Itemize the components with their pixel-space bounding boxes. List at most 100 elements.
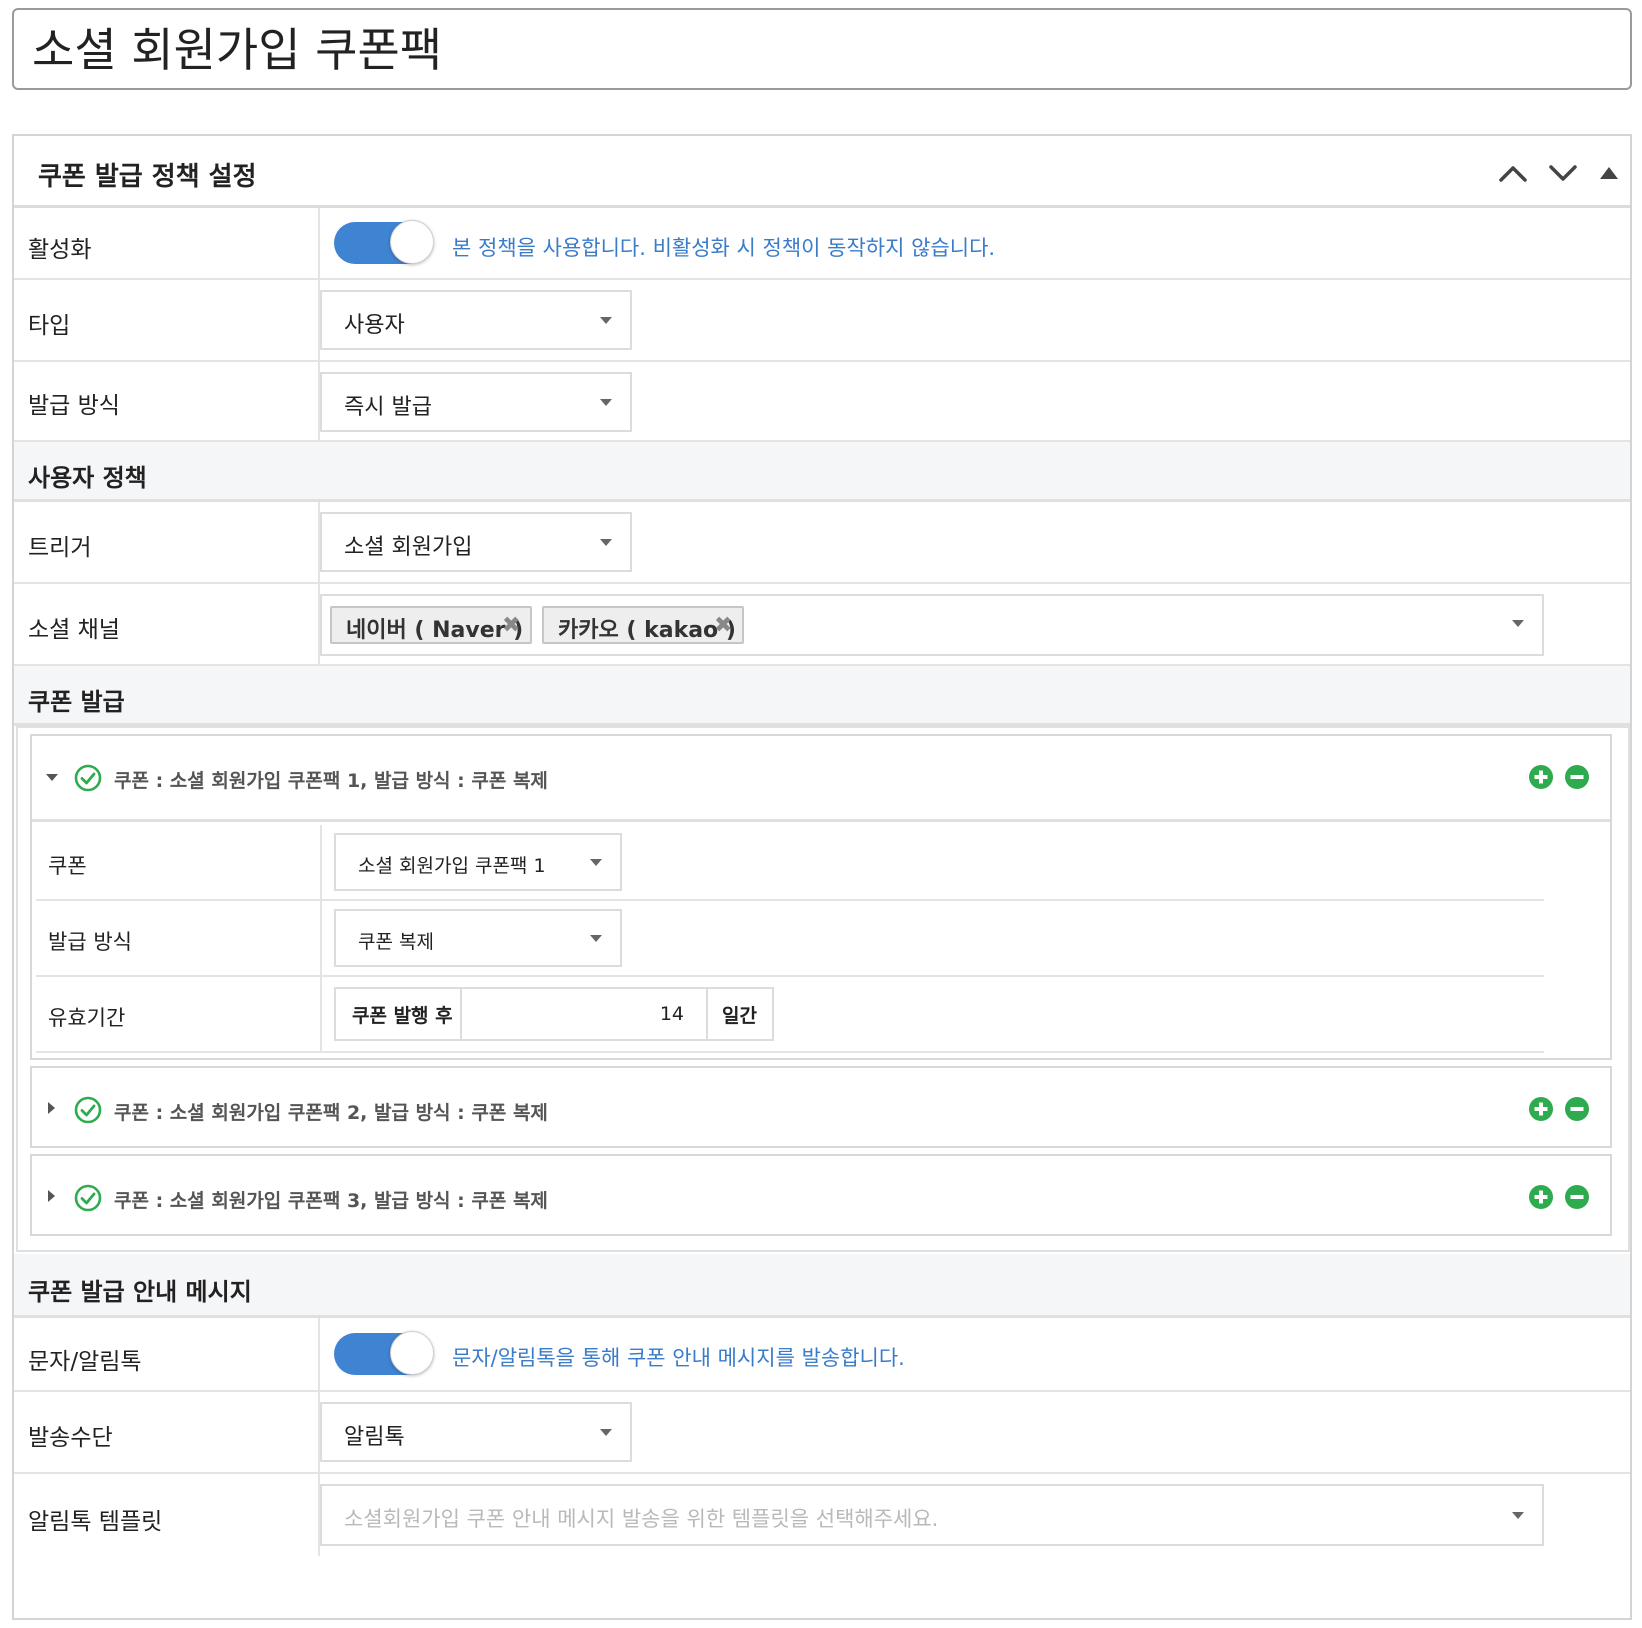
section-user-policy: 사용자 정책 <box>14 442 1630 502</box>
chevron-down-icon <box>600 399 612 406</box>
row-send-channel: 발송수단 알림톡 <box>14 1392 1630 1474</box>
chevron-down-icon <box>1512 1512 1524 1519</box>
row-social-channel: 소셜 채널 네이버 ( Naver ) ✖ 카카오 ( kakao ) ✖ <box>14 584 1630 666</box>
plus-circle-icon[interactable] <box>1528 1184 1554 1210</box>
tag-kakao: 카카오 ( kakao ) ✖ <box>542 606 744 644</box>
social-channel-multiselect[interactable]: 네이버 ( Naver ) ✖ 카카오 ( kakao ) ✖ <box>320 594 1544 656</box>
chevron-up-icon[interactable] <box>1498 163 1528 183</box>
coupon-item-2: 쿠폰 : 소셜 회원가입 쿠폰팩 2, 발급 방식 : 쿠폰 복제 <box>30 1066 1612 1148</box>
check-circle-icon <box>74 1096 102 1124</box>
message-title: 쿠폰 발급 안내 메시지 <box>28 1278 252 1306</box>
detail-method-select[interactable]: 쿠폰 복제 <box>334 909 622 967</box>
template-select[interactable]: 소셜회원가입 쿠폰 안내 메시지 발송을 위한 템플릿을 선택해주세요. <box>320 1484 1544 1546</box>
chevron-down-icon <box>600 1429 612 1436</box>
activation-toggle[interactable] <box>334 220 434 264</box>
detail-method-label: 발급 방식 <box>48 930 132 954</box>
coupon-list: 쿠폰 : 소셜 회원가입 쿠폰팩 1, 발급 방식 : 쿠폰 복제 쿠폰 소셜 … <box>16 726 1630 1252</box>
type-label: 타입 <box>28 313 71 339</box>
coupon-item-actions <box>1528 1096 1590 1122</box>
coupon-item-3: 쿠폰 : 소셜 회원가입 쿠폰팩 3, 발급 방식 : 쿠폰 복제 <box>30 1154 1612 1236</box>
remove-tag-icon[interactable]: ✖ <box>714 613 732 638</box>
panel-title: 쿠폰 발급 정책 설정 <box>38 162 257 192</box>
template-placeholder: 소셜회원가입 쿠폰 안내 메시지 발송을 위한 템플릿을 선택해주세요. <box>344 1507 939 1531</box>
chevron-down-icon <box>600 539 612 546</box>
coupon-item-summary: 쿠폰 : 소셜 회원가입 쿠폰팩 1, 발급 방식 : 쿠폰 복제 <box>114 770 548 792</box>
tag-kakao-label: 카카오 ( kakao ) <box>558 618 736 643</box>
sms-toggle[interactable] <box>334 1331 434 1375</box>
chevron-down-icon <box>590 935 602 942</box>
detail-coupon-label: 쿠폰 <box>48 854 87 878</box>
plus-circle-icon[interactable] <box>1528 1096 1554 1122</box>
row-trigger: 트리거 소셜 회원가입 <box>14 502 1630 584</box>
send-channel-label: 발송수단 <box>28 1425 113 1451</box>
user-policy-title: 사용자 정책 <box>28 464 147 492</box>
page-title: 소셜 회원가입 쿠폰팩 <box>32 23 443 77</box>
panel-header: 쿠폰 발급 정책 설정 <box>14 136 1630 208</box>
tag-naver: 네이버 ( Naver ) ✖ <box>330 606 532 644</box>
template-label: 알림톡 템플릿 <box>28 1509 163 1535</box>
detail-row-method: 발급 방식 쿠폰 복제 <box>36 901 1544 977</box>
trigger-select-value: 소셜 회원가입 <box>344 535 473 560</box>
coupon-issue-title: 쿠폰 발급 <box>28 688 125 716</box>
coupon-item-1: 쿠폰 : 소셜 회원가입 쿠폰팩 1, 발급 방식 : 쿠폰 복제 쿠폰 소셜 … <box>30 734 1612 1060</box>
coupon-item-actions <box>1528 1184 1590 1210</box>
row-type: 타입 사용자 <box>14 280 1630 362</box>
trigger-select[interactable]: 소셜 회원가입 <box>320 512 632 572</box>
sms-label: 문자/알림톡 <box>28 1349 142 1375</box>
plus-circle-icon[interactable] <box>1528 764 1554 790</box>
trigger-label: 트리거 <box>28 535 92 561</box>
coupon-item-actions <box>1528 764 1590 790</box>
minus-circle-icon[interactable] <box>1564 1184 1590 1210</box>
coupon-item-summary: 쿠폰 : 소셜 회원가입 쿠폰팩 3, 발급 방식 : 쿠폰 복제 <box>114 1190 548 1212</box>
detail-row-validity: 유효기간 쿠폰 발행 후 14 일간 <box>36 977 1544 1053</box>
validity-days-input[interactable]: 14 <box>462 989 706 1039</box>
issue-method-label: 발급 방식 <box>28 393 120 419</box>
panel-header-actions <box>1498 158 1620 188</box>
type-select[interactable]: 사용자 <box>320 290 632 350</box>
row-template: 알림톡 템플릿 소셜회원가입 쿠폰 안내 메시지 발송을 위한 템플릿을 선택해… <box>14 1474 1630 1556</box>
detail-method-value: 쿠폰 복제 <box>358 931 434 953</box>
triangle-up-icon[interactable] <box>1598 164 1620 182</box>
chevron-down-icon[interactable] <box>1548 163 1578 183</box>
chevron-down-icon <box>600 317 612 324</box>
row-activation: 활성화 본 정책을 사용합니다. 비활성화 시 정책이 동작하지 않습니다. <box>14 208 1630 280</box>
detail-coupon-value: 소셜 회원가입 쿠폰팩 1 <box>358 855 546 877</box>
type-select-value: 사용자 <box>344 313 405 338</box>
send-channel-select[interactable]: 알림톡 <box>320 1402 632 1462</box>
check-circle-icon <box>74 1184 102 1212</box>
validity-input-group: 쿠폰 발행 후 14 일간 <box>334 987 774 1041</box>
issue-method-select-value: 즉시 발급 <box>344 395 432 420</box>
detail-row-coupon: 쿠폰 소셜 회원가입 쿠폰팩 1 <box>36 825 1544 901</box>
check-circle-icon <box>74 764 102 792</box>
activation-label: 활성화 <box>28 237 92 263</box>
section-coupon-issue: 쿠폰 발급 <box>14 666 1630 726</box>
activation-description: 본 정책을 사용합니다. 비활성화 시 정책이 동작하지 않습니다. <box>452 236 996 260</box>
detail-validity-label: 유효기간 <box>48 1006 126 1030</box>
tag-naver-label: 네이버 ( Naver ) <box>346 618 524 643</box>
row-sms: 문자/알림톡 문자/알림톡을 통해 쿠폰 안내 메시지를 발송합니다. <box>14 1318 1630 1392</box>
send-channel-value: 알림톡 <box>344 1425 405 1450</box>
section-message: 쿠폰 발급 안내 메시지 <box>14 1254 1630 1318</box>
coupon-item-header[interactable]: 쿠폰 : 소셜 회원가입 쿠폰팩 1, 발급 방식 : 쿠폰 복제 <box>32 736 1610 822</box>
toggle-knob <box>390 1331 434 1375</box>
policy-panel: 쿠폰 발급 정책 설정 활성화 본 정책을 사용합니다. 비활성화 시 정책이 … <box>12 134 1632 1620</box>
remove-tag-icon[interactable]: ✖ <box>502 613 520 638</box>
validity-prefix: 쿠폰 발행 후 <box>352 1004 453 1027</box>
row-issue-method: 발급 방식 즉시 발급 <box>14 362 1630 442</box>
minus-circle-icon[interactable] <box>1564 1096 1590 1122</box>
detail-coupon-select[interactable]: 소셜 회원가입 쿠폰팩 1 <box>334 833 622 891</box>
minus-circle-icon[interactable] <box>1564 764 1590 790</box>
sms-description: 문자/알림톡을 통해 쿠폰 안내 메시지를 발송합니다. <box>452 1346 905 1370</box>
chevron-down-icon <box>1512 620 1524 627</box>
page-title-box: 소셜 회원가입 쿠폰팩 <box>12 8 1632 90</box>
caret-right-icon[interactable] <box>48 1102 55 1114</box>
chevron-down-icon <box>590 859 602 866</box>
caret-right-icon[interactable] <box>48 1190 55 1202</box>
validity-suffix: 일간 <box>722 1004 757 1027</box>
issue-method-select[interactable]: 즉시 발급 <box>320 372 632 432</box>
coupon-item-header[interactable]: 쿠폰 : 소셜 회원가입 쿠폰팩 3, 발급 방식 : 쿠폰 복제 <box>32 1156 1610 1234</box>
toggle-knob <box>390 220 434 264</box>
caret-down-icon[interactable] <box>46 774 58 781</box>
coupon-item-header[interactable]: 쿠폰 : 소셜 회원가입 쿠폰팩 2, 발급 방식 : 쿠폰 복제 <box>32 1068 1610 1146</box>
coupon-item-summary: 쿠폰 : 소셜 회원가입 쿠폰팩 2, 발급 방식 : 쿠폰 복제 <box>114 1102 548 1124</box>
